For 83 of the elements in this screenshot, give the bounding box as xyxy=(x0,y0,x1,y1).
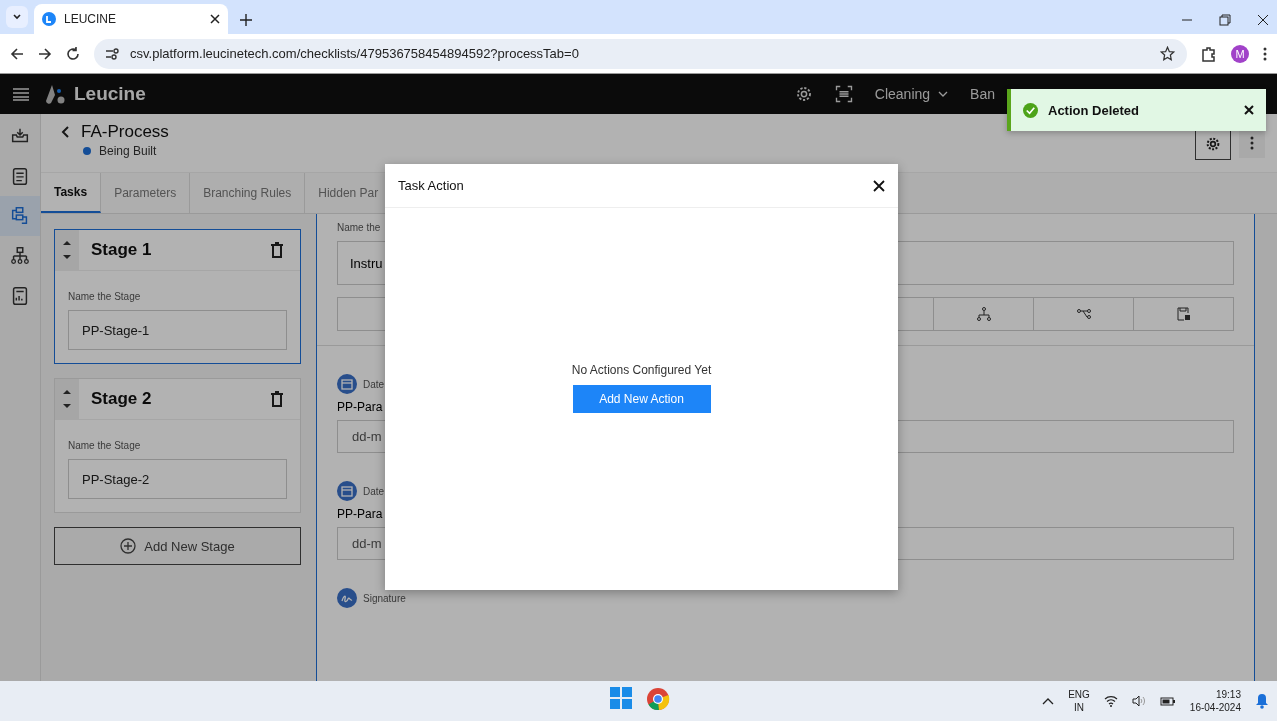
tab-title: LEUCINE xyxy=(64,12,117,26)
language-label[interactable]: ENG xyxy=(1068,688,1090,701)
close-icon xyxy=(1244,105,1254,115)
close-button[interactable] xyxy=(1244,105,1254,115)
status-label: Being Built xyxy=(99,144,157,158)
signature-badge xyxy=(337,588,357,608)
status-dot xyxy=(83,147,91,155)
parameter-type: Signature xyxy=(363,592,406,604)
add-stage-button[interactable]: Add New Stage xyxy=(54,527,301,565)
back-icon[interactable] xyxy=(10,46,24,61)
field-label: Name the Stage xyxy=(68,291,142,302)
reorder-control[interactable] xyxy=(55,230,79,270)
stage-name-field[interactable]: PP-Stage-2 xyxy=(68,459,287,499)
add-action-button[interactable]: Add New Action xyxy=(572,385,711,413)
stage-card[interactable]: Stage 2 Name the Stage PP-Stage-2 xyxy=(54,378,301,513)
facility-dropdown[interactable]: Cleaning xyxy=(874,86,949,102)
empty-message: No Actions Configured Yet xyxy=(571,363,712,377)
branch-icon xyxy=(1076,308,1091,320)
url-text: csv.platform.leucinetech.com/checklists/479536758454894592?processTab=0 xyxy=(130,46,580,61)
field-label: Name the xyxy=(337,222,382,233)
toast-message: Action Deleted xyxy=(1048,102,1140,118)
forward-icon[interactable] xyxy=(38,46,52,61)
process-title: FA-Process xyxy=(81,122,169,142)
back-icon[interactable] xyxy=(61,126,71,138)
battery-icon[interactable] xyxy=(1159,695,1176,707)
clock-time[interactable]: 19:13 xyxy=(1215,687,1241,701)
close-icon[interactable] xyxy=(210,14,220,24)
star-icon[interactable] xyxy=(1160,46,1175,61)
parameter-type: Date xyxy=(363,485,385,497)
parameter-name: PP-Para xyxy=(337,400,384,414)
hierarchy-icon xyxy=(976,307,991,321)
settings-icon[interactable] xyxy=(794,85,813,103)
site-logo-icon xyxy=(42,12,56,26)
reorder-control[interactable] xyxy=(55,379,79,419)
sidebar-item[interactable] xyxy=(0,196,40,236)
trash-icon[interactable] xyxy=(270,391,284,407)
dialog-title: Task Action xyxy=(398,178,465,193)
hierarchy-icon xyxy=(9,245,31,267)
chevron-icon xyxy=(12,12,22,22)
check-circle-icon xyxy=(1023,102,1038,118)
parameter-type: Date xyxy=(363,378,385,390)
chevron-up-icon[interactable] xyxy=(1042,697,1055,705)
brand-name: Leucine xyxy=(74,83,146,105)
new-tab-icon[interactable] xyxy=(240,14,252,26)
brand-logo-icon xyxy=(44,83,66,105)
calendar-badge xyxy=(337,374,357,394)
stage-card[interactable]: Stage 1 Name the Stage PP-Stage-1 xyxy=(54,229,301,364)
region-label[interactable]: IN xyxy=(1074,701,1084,714)
notification-bell-icon[interactable] xyxy=(1255,693,1269,709)
extensions-icon[interactable] xyxy=(1201,45,1217,62)
wifi-icon[interactable] xyxy=(1103,695,1118,707)
profile-avatar[interactable]: M xyxy=(1231,44,1249,63)
scan-icon[interactable] xyxy=(834,85,853,103)
tab[interactable]: Tasks xyxy=(41,173,102,213)
restore-icon[interactable] xyxy=(1219,14,1231,26)
calendar-badge xyxy=(337,481,357,501)
speaker-icon[interactable] xyxy=(1131,695,1146,707)
site-settings-icon[interactable] xyxy=(106,47,120,60)
trash-icon[interactable] xyxy=(270,242,284,258)
reload-icon[interactable] xyxy=(66,46,80,61)
close-icon[interactable] xyxy=(1257,14,1269,26)
header-text: Ban xyxy=(970,86,996,102)
plus-circle-icon xyxy=(120,538,137,554)
stage-title: Stage 1 xyxy=(91,240,153,260)
field-label: Name the Stage xyxy=(68,440,142,451)
browser-tab[interactable]: LEUCINE xyxy=(34,4,228,34)
up-down-arrows-icon xyxy=(63,389,71,409)
menu-icon[interactable] xyxy=(1263,46,1267,61)
browser-icon[interactable] xyxy=(646,687,670,711)
parameter-name: PP-Para xyxy=(337,507,384,521)
address-bar[interactable]: csv.platform.leucinetech.com/checklists/479536758454894592?processTab=0 xyxy=(94,38,1187,69)
settings-icon xyxy=(1205,136,1221,152)
more-icon xyxy=(1250,136,1254,150)
clock-date[interactable]: 16-04-2024 xyxy=(1189,701,1241,715)
stage-name-field[interactable]: PP-Stage-1 xyxy=(68,310,287,350)
stage-title: Stage 2 xyxy=(91,389,153,409)
save-lock-icon xyxy=(1176,307,1191,321)
start-icon[interactable] xyxy=(610,687,632,709)
up-down-arrows-icon xyxy=(63,240,71,260)
tab-list-button[interactable] xyxy=(6,6,28,28)
chevron-icon xyxy=(938,90,949,98)
close-button[interactable] xyxy=(873,179,885,192)
close-icon xyxy=(873,179,885,192)
